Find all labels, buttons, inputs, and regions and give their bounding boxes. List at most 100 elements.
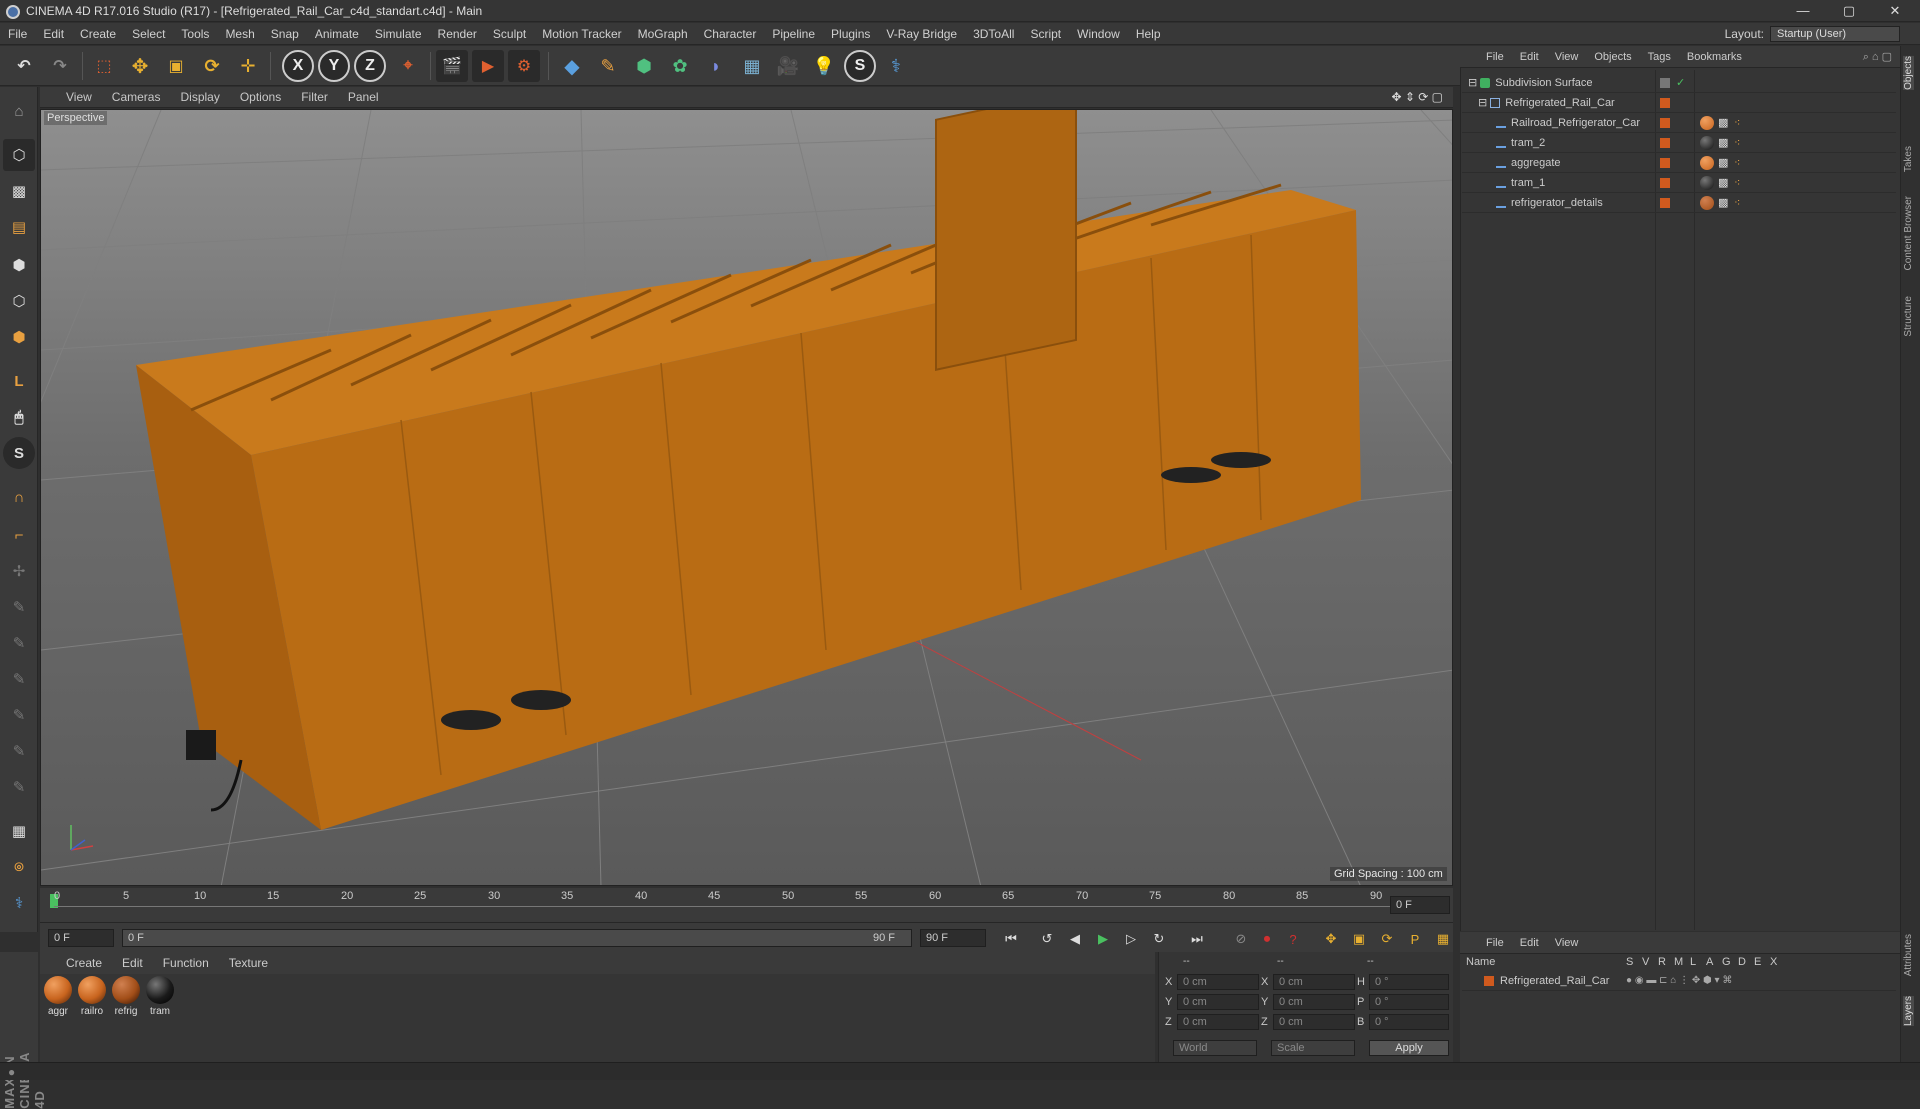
frame-range-slider[interactable]: 0 F 90 F bbox=[122, 929, 912, 947]
menu-file[interactable]: File bbox=[0, 27, 35, 41]
objects-menu-edit[interactable]: Edit bbox=[1512, 51, 1547, 63]
apply-button[interactable]: Apply bbox=[1369, 1040, 1449, 1056]
menu-help[interactable]: Help bbox=[1128, 27, 1169, 41]
material-swatch[interactable]: railro bbox=[76, 974, 108, 1018]
go-to-start-icon[interactable]: ⏮ bbox=[1000, 928, 1022, 950]
keyframe-selection-icon[interactable]: ? bbox=[1282, 928, 1304, 950]
vray-icon[interactable]: S bbox=[844, 50, 876, 82]
tab-layers[interactable]: Layers bbox=[1903, 996, 1914, 1027]
light-icon[interactable]: 💡 bbox=[808, 50, 840, 82]
layer-flags-icons[interactable]: ● ◉ ▬ ⊏ ⌂ ⋮ ✥ ⬢ ▾ ⌘ bbox=[1626, 971, 1732, 991]
layer-color-swatch[interactable] bbox=[1660, 198, 1670, 208]
magnet-icon[interactable]: ∩ bbox=[3, 481, 35, 513]
previous-frame-icon[interactable]: ◀ bbox=[1064, 928, 1086, 950]
snap-icon[interactable]: S bbox=[3, 437, 35, 469]
menu-animate[interactable]: Animate bbox=[307, 27, 367, 41]
move-icon[interactable]: ✥ bbox=[124, 50, 156, 82]
viewport-menu-view[interactable]: View bbox=[56, 90, 102, 104]
y-axis-lock-button[interactable]: Y bbox=[318, 50, 350, 82]
menu-create[interactable]: Create bbox=[72, 27, 124, 41]
layers-menu-edit[interactable]: Edit bbox=[1512, 937, 1547, 949]
layers-menu-file[interactable]: File bbox=[1478, 937, 1512, 949]
material-menu-create[interactable]: Create bbox=[56, 956, 112, 970]
timeline-ruler[interactable]: 0 5 10 15 20 25 30 35 40 45 50 55 60 65 … bbox=[40, 888, 1453, 922]
tweak-mode-icon[interactable]: 🖱 bbox=[3, 401, 35, 433]
layer-color-swatch[interactable] bbox=[1660, 98, 1670, 108]
size-x-field[interactable]: 0 cm bbox=[1273, 974, 1355, 990]
python-icon[interactable]: ⚕ bbox=[880, 50, 912, 82]
menu-plugins[interactable]: Plugins bbox=[823, 27, 878, 41]
play-icon[interactable]: ▶ bbox=[1092, 928, 1114, 950]
menu-motion-tracker[interactable]: Motion Tracker bbox=[534, 27, 629, 41]
pin-tool-icon[interactable]: ✎ bbox=[3, 591, 35, 623]
viewport-menu-options[interactable]: Options bbox=[230, 90, 291, 104]
object-row-subdivision-surface[interactable]: ⊟ Subdivision Surface ✓ bbox=[1462, 73, 1896, 93]
workplane-axis-icon[interactable]: ⌐ bbox=[3, 519, 35, 551]
brush-tool-icon[interactable]: ✎ bbox=[3, 627, 35, 659]
rotation-b-field[interactable]: 0 ° bbox=[1369, 1014, 1449, 1030]
tab-content-browser[interactable]: Content Browser bbox=[1903, 196, 1914, 270]
z-axis-lock-button[interactable]: Z bbox=[354, 50, 386, 82]
size-z-field[interactable]: 0 cm bbox=[1273, 1014, 1355, 1030]
layers-menu-view[interactable]: View bbox=[1547, 937, 1587, 949]
objects-menu-tags[interactable]: Tags bbox=[1640, 51, 1679, 63]
menu-character[interactable]: Character bbox=[696, 27, 765, 41]
cube-primitive-icon[interactable]: ◆ bbox=[556, 50, 588, 82]
menu-sculpt[interactable]: Sculpt bbox=[485, 27, 534, 41]
floor-icon[interactable]: ▦ bbox=[736, 50, 768, 82]
material-tag-icon[interactable] bbox=[1700, 136, 1714, 150]
key-scale-icon[interactable]: ▣ bbox=[1348, 928, 1370, 950]
tab-objects[interactable]: Objects bbox=[1903, 56, 1914, 90]
layer-color-swatch[interactable] bbox=[1660, 138, 1670, 148]
key-rotation-icon[interactable]: ⟳ bbox=[1376, 928, 1398, 950]
grid-snap-icon[interactable]: ▦ bbox=[3, 815, 35, 847]
texture-mode-icon[interactable]: ▩ bbox=[3, 175, 35, 207]
object-row-refrigerator-details[interactable]: refrigerator_details ▩ ⁖ bbox=[1462, 193, 1896, 213]
viewport-menu-display[interactable]: Display bbox=[170, 90, 229, 104]
layer-color-swatch[interactable] bbox=[1660, 158, 1670, 168]
layout-dropdown[interactable]: Startup (User) bbox=[1770, 26, 1900, 42]
menu-script[interactable]: Script bbox=[1022, 27, 1069, 41]
tab-structure[interactable]: Structure bbox=[1903, 296, 1914, 337]
magnet-snap-icon[interactable]: ⌾ bbox=[3, 851, 35, 883]
end-frame-field[interactable]: 90 F bbox=[920, 929, 986, 947]
menu-snap[interactable]: Snap bbox=[263, 27, 307, 41]
object-row-railroad-refrigerator-car[interactable]: Railroad_Refrigerator_Car ▩ ⁖ bbox=[1462, 113, 1896, 133]
viewport-menu-cameras[interactable]: Cameras bbox=[102, 90, 171, 104]
objects-menu-objects[interactable]: Objects bbox=[1586, 51, 1639, 63]
object-row-refrigerated-rail-car[interactable]: ⊟ Refrigerated_Rail_Car bbox=[1462, 93, 1896, 113]
uvw-tag-icon[interactable]: ▩ bbox=[1718, 193, 1728, 213]
pen-spline-icon[interactable]: ✎ bbox=[592, 50, 624, 82]
viewport-nav-icons[interactable]: ✥ ⇕ ⟳ ▢ bbox=[1381, 90, 1453, 104]
flatten-tool-icon[interactable]: ✎ bbox=[3, 771, 35, 803]
objects-menu-file[interactable]: File bbox=[1478, 51, 1512, 63]
lock-workplane-icon[interactable]: ✢ bbox=[3, 555, 35, 587]
menu-tools[interactable]: Tools bbox=[173, 27, 217, 41]
material-menu-texture[interactable]: Texture bbox=[219, 956, 278, 970]
smear-tool-icon[interactable]: ✎ bbox=[3, 663, 35, 695]
key-parameter-icon[interactable]: P bbox=[1404, 928, 1426, 950]
position-z-field[interactable]: 0 cm bbox=[1177, 1014, 1259, 1030]
menu-simulate[interactable]: Simulate bbox=[367, 27, 430, 41]
rotate-icon[interactable]: ⟳ bbox=[196, 50, 228, 82]
coordinate-system-dropdown[interactable]: World bbox=[1173, 1040, 1257, 1056]
material-tag-icon[interactable] bbox=[1700, 156, 1714, 170]
next-frame-icon[interactable]: ▷ bbox=[1120, 928, 1142, 950]
render-picture-viewer-icon[interactable]: ▶ bbox=[472, 50, 504, 82]
workplane-icon[interactable]: ▤ bbox=[3, 211, 35, 243]
uvw-tag-icon[interactable]: ▩ bbox=[1718, 113, 1728, 133]
minimize-button[interactable]: — bbox=[1780, 0, 1826, 22]
uvw-tag-icon[interactable]: ▩ bbox=[1718, 153, 1728, 173]
start-frame-field[interactable]: 0 F bbox=[48, 929, 114, 947]
go-to-end-icon[interactable]: ⏭ bbox=[1186, 928, 1208, 950]
phong-tag-icon[interactable]: ⁖ bbox=[1734, 133, 1740, 153]
phong-tag-icon[interactable]: ⁖ bbox=[1734, 113, 1740, 133]
uvw-tag-icon[interactable]: ▩ bbox=[1718, 133, 1728, 153]
scale-icon[interactable]: ▣ bbox=[160, 50, 192, 82]
menu-window[interactable]: Window bbox=[1069, 27, 1128, 41]
layer-color-swatch[interactable] bbox=[1660, 78, 1670, 88]
menu-edit[interactable]: Edit bbox=[35, 27, 72, 41]
layer-color-swatch[interactable] bbox=[1660, 178, 1670, 188]
layer-row[interactable]: Refrigerated_Rail_Car ● ◉ ▬ ⊏ ⌂ ⋮ ✥ ⬢ ▾ … bbox=[1462, 971, 1896, 991]
position-y-field[interactable]: 0 cm bbox=[1177, 994, 1259, 1010]
